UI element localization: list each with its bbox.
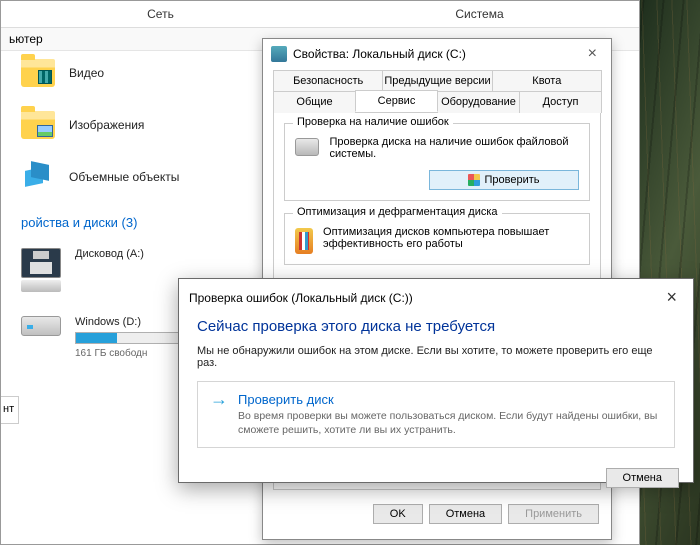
apply-button[interactable]: Применить [508, 504, 599, 524]
error-checking-group: Проверка на наличие ошибок Проверка диск… [284, 123, 590, 201]
close-icon[interactable]: × [660, 287, 683, 308]
tab-tools[interactable]: Сервис [355, 90, 438, 112]
defrag-icon [295, 228, 313, 254]
tab-hardware[interactable]: Оборудование [437, 91, 520, 113]
scan-drive-action[interactable]: → Проверить диск Во время проверки вы мо… [197, 381, 675, 448]
check-message: Мы не обнаружили ошибок на этом диске. Е… [197, 345, 675, 369]
videos-folder-icon [21, 59, 55, 87]
close-icon[interactable]: × [582, 45, 603, 63]
tab-security[interactable]: Безопасность [273, 70, 383, 91]
check-button[interactable]: Проверить [429, 170, 579, 190]
arrow-right-icon: → [210, 392, 228, 437]
properties-titlebar[interactable]: Свойства: Локальный диск (C:) × [263, 39, 611, 69]
tab-sharing[interactable]: Доступ [519, 91, 602, 113]
images-folder-icon [21, 111, 55, 139]
disk-icon [295, 138, 319, 156]
cancel-button[interactable]: Отмена [606, 468, 679, 488]
folder-label: Изображения [69, 118, 144, 132]
drive-free-space: 161 ГБ свободн [75, 348, 195, 359]
drive-properties-icon [271, 46, 287, 62]
drive-label: Windows (D:) [75, 316, 195, 328]
dialog-title: Проверка ошибок (Локальный диск (C:)) [189, 291, 413, 305]
dialog-title: Свойства: Локальный диск (C:) [293, 47, 466, 61]
uac-shield-icon [468, 174, 480, 186]
error-check-dialog: Проверка ошибок (Локальный диск (C:)) × … [178, 278, 694, 483]
floppy-drive-icon [21, 248, 61, 292]
ribbon-tab-system[interactable]: Система [320, 1, 639, 27]
3d-objects-icon [21, 163, 55, 191]
group-text: Проверка диска на наличие ошибок файлово… [329, 136, 579, 160]
cancel-button[interactable]: Отмена [429, 504, 502, 524]
tabs-container: Безопасность Предыдущие версии Квота Общ… [263, 69, 611, 112]
status-stub: нт [1, 396, 19, 424]
explorer-ribbon: Сеть Система [1, 1, 639, 28]
error-check-titlebar[interactable]: Проверка ошибок (Локальный диск (C:)) × [179, 279, 693, 316]
drive-label: Дисковод (A:) [75, 248, 144, 260]
tab-general[interactable]: Общие [273, 91, 356, 113]
action-description: Во время проверки вы можете пользоваться… [238, 409, 662, 437]
drive-usage-bar [75, 332, 195, 344]
optimize-group: Оптимизация и дефрагментация диска Оптим… [284, 213, 590, 265]
ribbon-tab-network[interactable]: Сеть [1, 1, 320, 27]
button-label: Проверить [484, 174, 539, 186]
action-title: Проверить диск [238, 392, 662, 407]
hdd-drive-icon [21, 316, 61, 336]
group-title: Проверка на наличие ошибок [293, 116, 453, 128]
ok-button[interactable]: OK [373, 504, 423, 524]
folder-label: Видео [69, 66, 104, 80]
check-heading: Сейчас проверка этого диска не требуется [197, 318, 675, 335]
tab-quota[interactable]: Квота [492, 70, 602, 91]
folder-label: Объемные объекты [69, 170, 179, 184]
group-title: Оптимизация и дефрагментация диска [293, 206, 502, 218]
tab-previous-versions[interactable]: Предыдущие версии [382, 70, 492, 91]
dialog-buttons: OK Отмена Применить [263, 496, 611, 532]
group-text: Оптимизация дисков компьютера повышает э… [323, 226, 579, 250]
